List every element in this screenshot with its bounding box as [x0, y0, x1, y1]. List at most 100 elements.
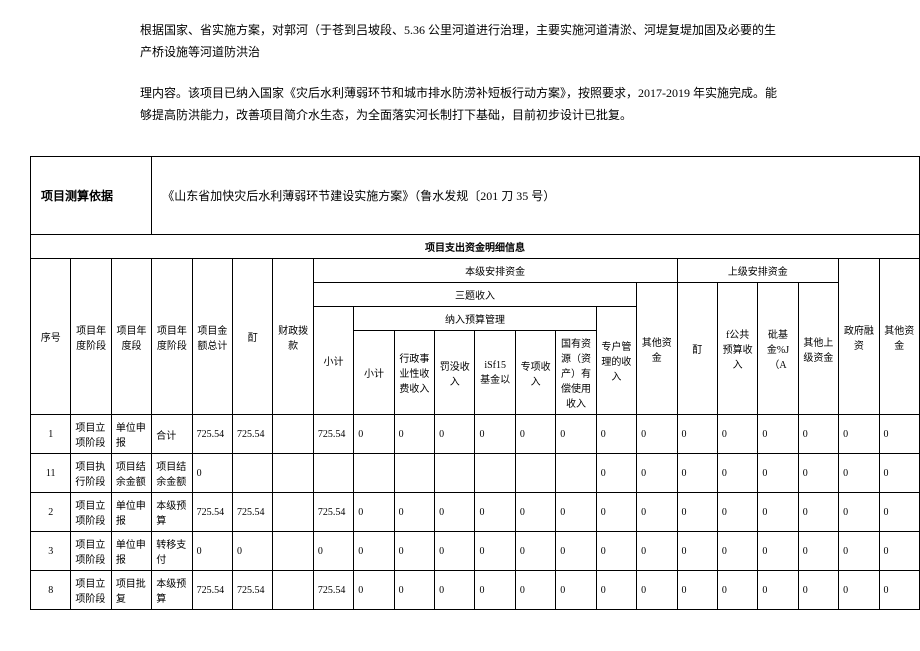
header-fine: 罚没收入	[435, 331, 475, 415]
cell-seq: 11	[31, 454, 71, 493]
cell-other-upper: 0	[798, 415, 838, 454]
cell-seq: 2	[31, 493, 71, 532]
cell-special-income: 0	[515, 532, 555, 571]
cell-fund-isf: 0	[475, 493, 515, 532]
header-special-acct: 专户管理的收入	[596, 307, 636, 415]
cell-subtotal2: 0	[354, 571, 394, 610]
cell-amount-total: 0	[192, 532, 232, 571]
header-fund-isf: iSf15基金以	[475, 331, 515, 415]
header-in-budget: 纳入预算管理	[354, 307, 596, 331]
cell-subtotal2: 0	[354, 415, 394, 454]
cell-fine: 0	[435, 493, 475, 532]
cell-subtotal	[313, 454, 353, 493]
cell-gov-finance: 0	[839, 415, 879, 454]
cell-admin-fee: 0	[394, 571, 434, 610]
cell-other-money: 0	[879, 454, 919, 493]
cell-fund-isf: 0	[475, 415, 515, 454]
cell-admin-fee: 0	[394, 493, 434, 532]
cell-other-fund: 0	[637, 493, 677, 532]
table-row: 1 项目立项阶段 单位申报 合计 725.54 725.54 725.54 0 …	[31, 415, 920, 454]
cell-time-sum	[233, 454, 273, 493]
header-special-income: 专项收入	[515, 331, 555, 415]
header-phase: 项目年度阶段	[71, 259, 111, 415]
cell-upper-time: 0	[677, 571, 717, 610]
cell-upper-time: 0	[677, 493, 717, 532]
cell-other-fund: 0	[637, 415, 677, 454]
header-gov-finance: 政府融资	[839, 259, 879, 415]
intro-paragraph-1: 根据国家、省实施方案，对郭河（于苍到吕坡段、5.36 公里河道进行治理，主要实施…	[140, 20, 780, 63]
cell-subtotal2: 0	[354, 532, 394, 571]
cell-special-acct: 0	[596, 532, 636, 571]
cell-fund-base: 0	[758, 415, 798, 454]
cell-state-asset	[556, 454, 596, 493]
cell-phase: 项目立项阶段	[71, 532, 111, 571]
header-three-income: 三题收入	[313, 283, 636, 307]
header-this-level: 本级安排资金	[313, 259, 677, 283]
cell-time-sum: 0	[233, 532, 273, 571]
header-upper-level: 上级安排资金	[677, 259, 839, 283]
cell-upper-time: 0	[677, 532, 717, 571]
cell-other-fund: 0	[637, 454, 677, 493]
cell-admin-fee: 0	[394, 532, 434, 571]
cell-admin-fee: 0	[394, 415, 434, 454]
cell-gov-finance: 0	[839, 532, 879, 571]
cell-special-acct: 0	[596, 415, 636, 454]
cell-phase-year: 单位申报	[111, 415, 151, 454]
cell-state-asset: 0	[556, 532, 596, 571]
cell-special-acct: 0	[596, 493, 636, 532]
cell-state-asset: 0	[556, 415, 596, 454]
header-fiscal-appropriation: 财政拨款	[273, 259, 313, 415]
detail-section-title: 项目支出资金明细信息	[31, 235, 920, 259]
header-subtotal: 小计	[313, 307, 353, 415]
table-row: 11 项目执行阶段 项目结余金额 项目结余金额 0 0 0 0 0 0 0 0 …	[31, 454, 920, 493]
cell-fine: 0	[435, 415, 475, 454]
basis-label: 项目测算依据	[31, 157, 152, 235]
cell-other-upper: 0	[798, 493, 838, 532]
cell-pub-budget: 0	[717, 571, 757, 610]
cell-other-money: 0	[879, 571, 919, 610]
cell-time-sum: 725.54	[233, 493, 273, 532]
cell-phase-year: 项目结余金额	[111, 454, 151, 493]
cell-upper-time: 0	[677, 415, 717, 454]
cell-fiscal	[273, 454, 313, 493]
cell-subtotal2	[354, 454, 394, 493]
cell-amount-total: 0	[192, 454, 232, 493]
cell-seq: 1	[31, 415, 71, 454]
header-admin-fee: 行政事业性收费收入	[394, 331, 434, 415]
cell-fund-isf	[475, 454, 515, 493]
cell-seq: 8	[31, 571, 71, 610]
cell-other-money: 0	[879, 415, 919, 454]
cell-other-fund: 0	[637, 532, 677, 571]
cell-special-income: 0	[515, 493, 555, 532]
cell-fine: 0	[435, 532, 475, 571]
header-amount-total: 项目金额总计	[192, 259, 232, 415]
cell-phase-year: 单位申报	[111, 493, 151, 532]
cell-phase-annual: 合计	[152, 415, 192, 454]
cell-fiscal	[273, 571, 313, 610]
cell-subtotal: 725.54	[313, 571, 353, 610]
header-phase-annual: 项目年度阶段	[152, 259, 192, 415]
header-phase-year: 项目年度段	[111, 259, 151, 415]
cell-special-acct: 0	[596, 571, 636, 610]
cell-fine: 0	[435, 571, 475, 610]
cell-other-upper: 0	[798, 454, 838, 493]
header-other-money: 其他资金	[879, 259, 919, 415]
cell-amount-total: 725.54	[192, 493, 232, 532]
header-subtotal2: 小计	[354, 331, 394, 415]
cell-phase-annual: 本级预算	[152, 571, 192, 610]
cell-other-money: 0	[879, 532, 919, 571]
cell-state-asset: 0	[556, 571, 596, 610]
cell-fiscal	[273, 493, 313, 532]
cell-amount-total: 725.54	[192, 571, 232, 610]
cell-phase-year: 项目批复	[111, 571, 151, 610]
cell-state-asset: 0	[556, 493, 596, 532]
cell-amount-total: 725.54	[192, 415, 232, 454]
header-other-fund: 其他资金	[637, 283, 677, 415]
header-other-upper: 其他上级资金	[798, 283, 838, 415]
cell-upper-time: 0	[677, 454, 717, 493]
cell-other-upper: 0	[798, 571, 838, 610]
table-row: 2 项目立项阶段 单位申报 本级预算 725.54 725.54 725.54 …	[31, 493, 920, 532]
cell-pub-budget: 0	[717, 415, 757, 454]
header-upper-time: 酊	[677, 283, 717, 415]
cell-other-fund: 0	[637, 571, 677, 610]
